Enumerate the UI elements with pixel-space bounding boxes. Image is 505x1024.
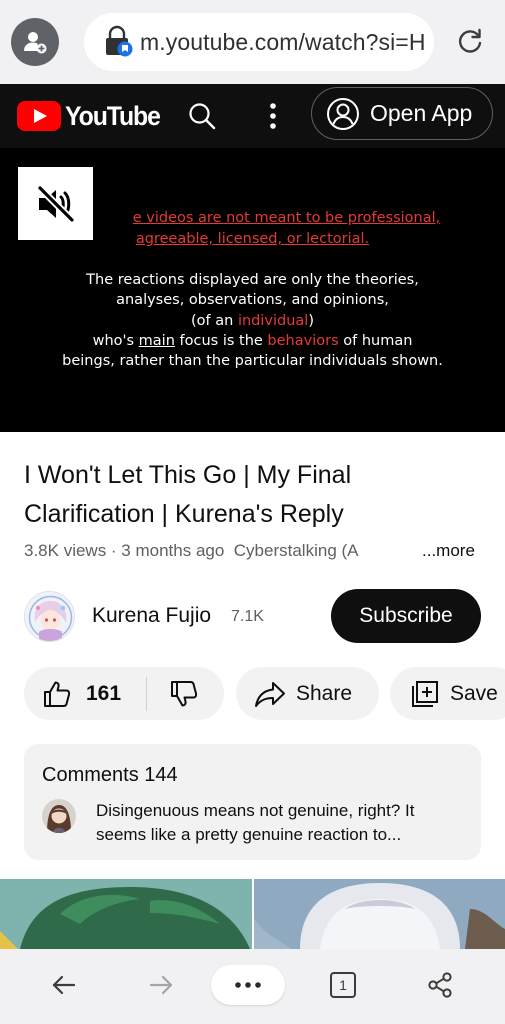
browser-menu-button[interactable] xyxy=(211,965,285,1005)
commenter-avatar xyxy=(42,799,76,833)
save-button[interactable]: Save xyxy=(390,667,505,720)
tabs-icon: 1 xyxy=(330,972,356,998)
video-text-segment: of human xyxy=(338,333,413,349)
like-count: 161 xyxy=(86,681,122,705)
comments-section[interactable]: Comments 144 Disingenuous means not genu… xyxy=(24,744,481,860)
video-tags: Cyberstalking (A xyxy=(233,541,359,560)
video-text-segment: ) xyxy=(308,313,314,329)
subscriber-count: 7.1K xyxy=(231,608,264,625)
channel-avatar[interactable] xyxy=(24,591,75,642)
video-text-line-4: analyses, observations, and opinions, xyxy=(116,292,389,308)
video-text-segment: who's xyxy=(92,333,139,349)
reload-icon xyxy=(458,28,482,53)
back-button[interactable] xyxy=(42,963,86,1007)
youtube-header: YouTube Open App xyxy=(0,84,505,148)
browser-bottom-bar: 1 xyxy=(0,949,505,1024)
back-arrow-icon xyxy=(52,975,76,995)
forward-arrow-icon xyxy=(149,975,173,995)
video-text-line-3: The reactions displayed are only the the… xyxy=(86,272,419,288)
save-label: Save xyxy=(450,681,498,705)
address-bar[interactable]: m.youtube.com/watch?si=H xyxy=(84,13,434,71)
video-text-segment: (of an xyxy=(191,313,238,329)
account-circle-icon xyxy=(327,97,359,130)
recommended-thumbnails[interactable] xyxy=(0,879,505,949)
thumbs-down-icon xyxy=(171,680,198,706)
video-text-line-7: beings, rather than the particular indiv… xyxy=(62,353,443,369)
more-options-button[interactable] xyxy=(258,97,288,135)
app-root: m.youtube.com/watch?si=H YouTube Open Ap… xyxy=(0,0,505,1024)
share-arrow-icon xyxy=(255,681,285,707)
tabs-button[interactable]: 1 xyxy=(321,963,365,1007)
search-button[interactable] xyxy=(183,97,221,135)
more-description-button[interactable]: ...more xyxy=(420,541,475,561)
like-dislike-pill: 161 xyxy=(24,667,224,720)
share-label: Share xyxy=(296,681,353,705)
comments-header: Comments 144 xyxy=(42,764,178,786)
video-meta[interactable]: 3.8K views · 3 months ago Cyberstalking … xyxy=(24,541,484,565)
subscribe-button[interactable]: Subscribe xyxy=(331,589,481,643)
mute-icon xyxy=(37,185,74,222)
video-text-line-5: (of an individual) xyxy=(0,313,505,329)
video-text-underlined: main xyxy=(138,333,175,349)
video-text-highlight: individual xyxy=(237,313,309,329)
top-comment-text: Disingenuous means not genuine, right? I… xyxy=(96,801,415,844)
thumbs-up-icon xyxy=(44,681,71,707)
save-playlist-icon xyxy=(412,680,438,707)
channel-name[interactable]: Kurena Fujio xyxy=(92,604,211,628)
share-button[interactable]: Share xyxy=(236,667,379,720)
video-title[interactable]: I Won't Let This Go | My Final Clarifica… xyxy=(24,456,484,534)
search-icon xyxy=(189,103,216,130)
video-player[interactable]: e videos are not meant to be professiona… xyxy=(0,148,505,432)
more-vertical-icon xyxy=(270,103,276,129)
youtube-logo[interactable]: YouTube xyxy=(17,100,168,132)
open-app-label: Open App xyxy=(370,100,473,126)
unmute-button[interactable] xyxy=(18,167,93,240)
youtube-logo-text: YouTube xyxy=(65,100,161,131)
browser-share-icon xyxy=(428,972,452,998)
profile-button[interactable] xyxy=(11,18,59,66)
video-text-highlight: behaviors xyxy=(267,333,339,349)
video-text-line-1: e videos are not meant to be professiona… xyxy=(132,210,441,226)
browser-top-bar: m.youtube.com/watch?si=H xyxy=(0,0,505,84)
open-app-button[interactable]: Open App xyxy=(311,87,493,140)
menu-dots-icon xyxy=(235,982,261,988)
youtube-logo-icon xyxy=(17,101,61,131)
video-text-segment: focus is the xyxy=(174,333,268,349)
video-views: 3.8K views · 3 months ago xyxy=(24,541,225,560)
like-button[interactable]: 161 xyxy=(24,667,146,720)
forward-button[interactable] xyxy=(139,963,183,1007)
lock-icon[interactable] xyxy=(98,13,138,71)
dislike-button[interactable] xyxy=(147,667,221,720)
profile-add-icon xyxy=(24,32,47,54)
video-text-line-6: who's main focus is the behaviors of hum… xyxy=(0,333,505,349)
browser-share-button[interactable] xyxy=(418,963,462,1007)
url-text: m.youtube.com/watch?si=H xyxy=(140,28,426,55)
reload-button[interactable] xyxy=(448,20,492,64)
